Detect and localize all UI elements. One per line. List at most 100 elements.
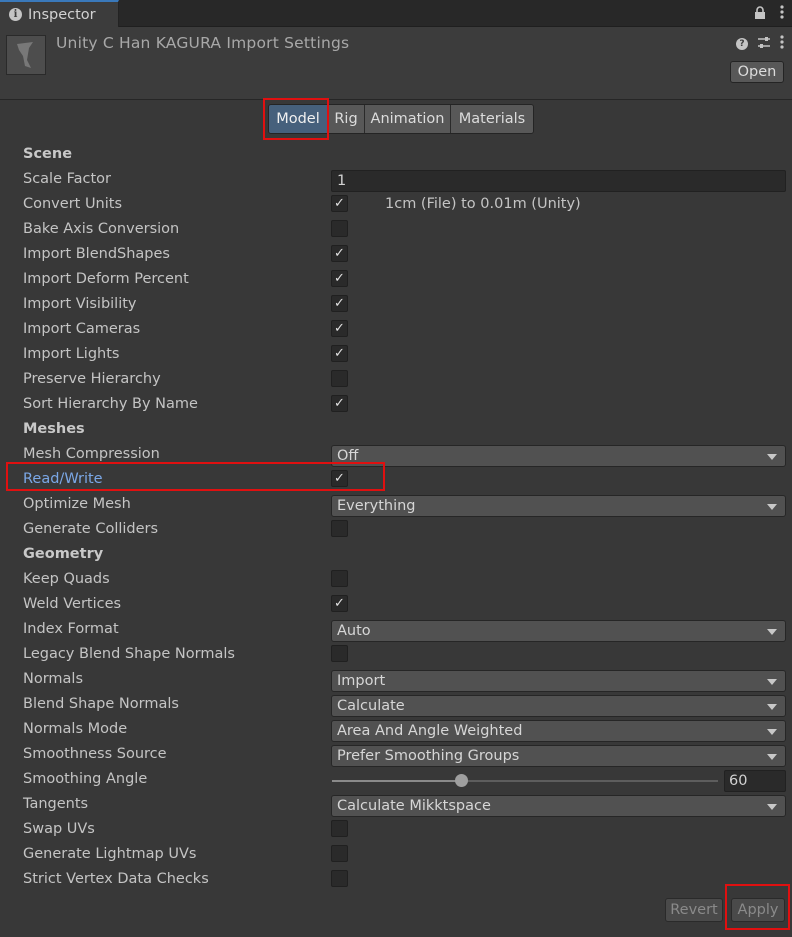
apply-button[interactable]: Apply: [731, 898, 785, 922]
slider-handle[interactable]: [455, 774, 468, 787]
normals-dropdown[interactable]: Import: [331, 670, 786, 692]
optimize-mesh-dropdown[interactable]: Everything: [331, 495, 786, 517]
tab-tools: [754, 5, 784, 23]
row-bake-axis-conversion: Bake Axis Conversion: [0, 218, 792, 243]
section-header: Meshes: [23, 421, 85, 437]
convert-units-checkbox[interactable]: [331, 195, 348, 212]
normals-mode-dropdown[interactable]: Area And Angle Weighted: [331, 720, 786, 742]
slider-fill: [332, 780, 461, 782]
row-swap-uvs: Swap UVs: [0, 818, 792, 843]
bake-axis-conversion-label: Bake Axis Conversion: [23, 221, 180, 237]
mesh-compression-value: Off: [337, 448, 359, 464]
tangents-value: Calculate Mikktspace: [337, 798, 491, 814]
mesh-compression-dropdown[interactable]: Off: [331, 445, 786, 467]
swap-uvs-label: Swap UVs: [23, 821, 95, 837]
tab-rig[interactable]: Rig: [328, 105, 365, 133]
import-cameras-label: Import Cameras: [23, 321, 141, 337]
row-import-blendshapes: Import BlendShapes: [0, 243, 792, 268]
normals-mode-label: Normals Mode: [23, 721, 128, 737]
import-lights-checkbox[interactable]: [331, 345, 348, 362]
more-vertical-icon[interactable]: [780, 35, 784, 53]
inspector-tab-bar: i Inspector: [0, 0, 792, 27]
swap-uvs-checkbox[interactable]: [331, 820, 348, 837]
import-blendshapes-checkbox[interactable]: [331, 245, 348, 262]
blend-shape-normals-label: Blend Shape Normals: [23, 696, 179, 712]
generate-lightmap-uvs-checkbox[interactable]: [331, 845, 348, 862]
open-button[interactable]: Open: [730, 61, 784, 83]
smoothness-source-label: Smoothness Source: [23, 746, 167, 762]
row-optimize-mesh: Optimize Mesh Everything: [0, 493, 792, 518]
chevron-down-icon: [767, 704, 777, 710]
chevron-down-icon: [767, 679, 777, 685]
weld-vertices-label: Weld Vertices: [23, 596, 122, 612]
convert-units-label: Convert Units: [23, 196, 123, 212]
import-lights-label: Import Lights: [23, 346, 120, 362]
generate-colliders-label: Generate Colliders: [23, 521, 159, 537]
info-icon: i: [9, 8, 22, 21]
sort-hierarchy-by-name-checkbox[interactable]: [331, 395, 348, 412]
import-cameras-checkbox[interactable]: [331, 320, 348, 337]
inspector-tab[interactable]: i Inspector: [0, 0, 119, 27]
tangents-dropdown[interactable]: Calculate Mikktspace: [331, 795, 786, 817]
keep-quads-checkbox[interactable]: [331, 570, 348, 587]
preserve-hierarchy-checkbox[interactable]: [331, 370, 348, 387]
index-format-value: Auto: [337, 623, 371, 639]
inspector-tab-label: Inspector: [28, 6, 96, 23]
row-convert-units: Convert Units 1cm (File) to 0.01m (Unity): [0, 193, 792, 218]
chevron-down-icon: [767, 754, 777, 760]
weld-vertices-checkbox[interactable]: [331, 595, 348, 612]
smoothness-source-dropdown[interactable]: Prefer Smoothing Groups: [331, 745, 786, 767]
row-import-deform-percent: Import Deform Percent: [0, 268, 792, 293]
section-header: Geometry: [23, 546, 104, 562]
legacy-blend-shape-normals-checkbox[interactable]: [331, 645, 348, 662]
import-deform-percent-label: Import Deform Percent: [23, 271, 189, 287]
scale-factor-field[interactable]: 1: [331, 170, 786, 192]
scale-factor-label: Scale Factor: [23, 171, 112, 187]
preset-icon[interactable]: [757, 36, 771, 53]
tab-model[interactable]: Model: [269, 105, 328, 133]
import-visibility-checkbox[interactable]: [331, 295, 348, 312]
sort-hierarchy-by-name-label: Sort Hierarchy By Name: [23, 396, 198, 412]
blend-shape-normals-value: Calculate: [337, 698, 405, 714]
tab-materials[interactable]: Materials: [451, 105, 533, 133]
row-sort-hierarchy-by-name: Sort Hierarchy By Name: [0, 393, 792, 418]
keep-quads-label: Keep Quads: [23, 571, 110, 587]
tab-animation[interactable]: Animation: [365, 105, 451, 133]
model-thumbnail: [6, 35, 46, 75]
smoothing-angle-value-field[interactable]: 60: [724, 770, 786, 792]
row-import-visibility: Import Visibility: [0, 293, 792, 318]
more-vertical-icon[interactable]: [780, 5, 784, 23]
strict-vertex-data-checks-checkbox[interactable]: [331, 870, 348, 887]
index-format-label: Index Format: [23, 621, 119, 637]
bake-axis-conversion-checkbox[interactable]: [331, 220, 348, 237]
lock-icon[interactable]: [754, 5, 766, 23]
import-deform-percent-checkbox[interactable]: [331, 270, 348, 287]
help-icon[interactable]: ?: [736, 38, 748, 50]
row-preserve-hierarchy: Preserve Hierarchy: [0, 368, 792, 393]
tangents-label: Tangents: [23, 796, 89, 812]
chevron-down-icon: [767, 729, 777, 735]
blend-shape-normals-dropdown[interactable]: Calculate: [331, 695, 786, 717]
smoothing-angle-label: Smoothing Angle: [23, 771, 148, 787]
generate-colliders-checkbox[interactable]: [331, 520, 348, 537]
import-visibility-label: Import Visibility: [23, 296, 137, 312]
asset-title: Unity C Han KAGURA Import Settings: [56, 34, 350, 52]
preserve-hierarchy-label: Preserve Hierarchy: [23, 371, 161, 387]
index-format-dropdown[interactable]: Auto: [331, 620, 786, 642]
row-generate-lightmap-uvs: Generate Lightmap UVs: [0, 843, 792, 868]
optimize-mesh-label: Optimize Mesh: [23, 496, 131, 512]
row-read-write: Read/Write: [0, 468, 792, 493]
import-blendshapes-label: Import BlendShapes: [23, 246, 170, 262]
header-icons: ?: [736, 35, 784, 53]
read-write-checkbox[interactable]: [331, 470, 348, 487]
row-import-lights: Import Lights: [0, 343, 792, 368]
row-keep-quads: Keep Quads: [0, 568, 792, 593]
section-meshes: Meshes: [0, 418, 792, 443]
smoothing-angle-slider[interactable]: [332, 774, 718, 787]
row-smoothness-source: Smoothness Source Prefer Smoothing Groups: [0, 743, 792, 768]
revert-button[interactable]: Revert: [665, 898, 723, 922]
read-write-label: Read/Write: [23, 471, 103, 487]
chevron-down-icon: [767, 454, 777, 460]
row-normals-mode: Normals Mode Area And Angle Weighted: [0, 718, 792, 743]
mesh-compression-label: Mesh Compression: [23, 446, 160, 462]
